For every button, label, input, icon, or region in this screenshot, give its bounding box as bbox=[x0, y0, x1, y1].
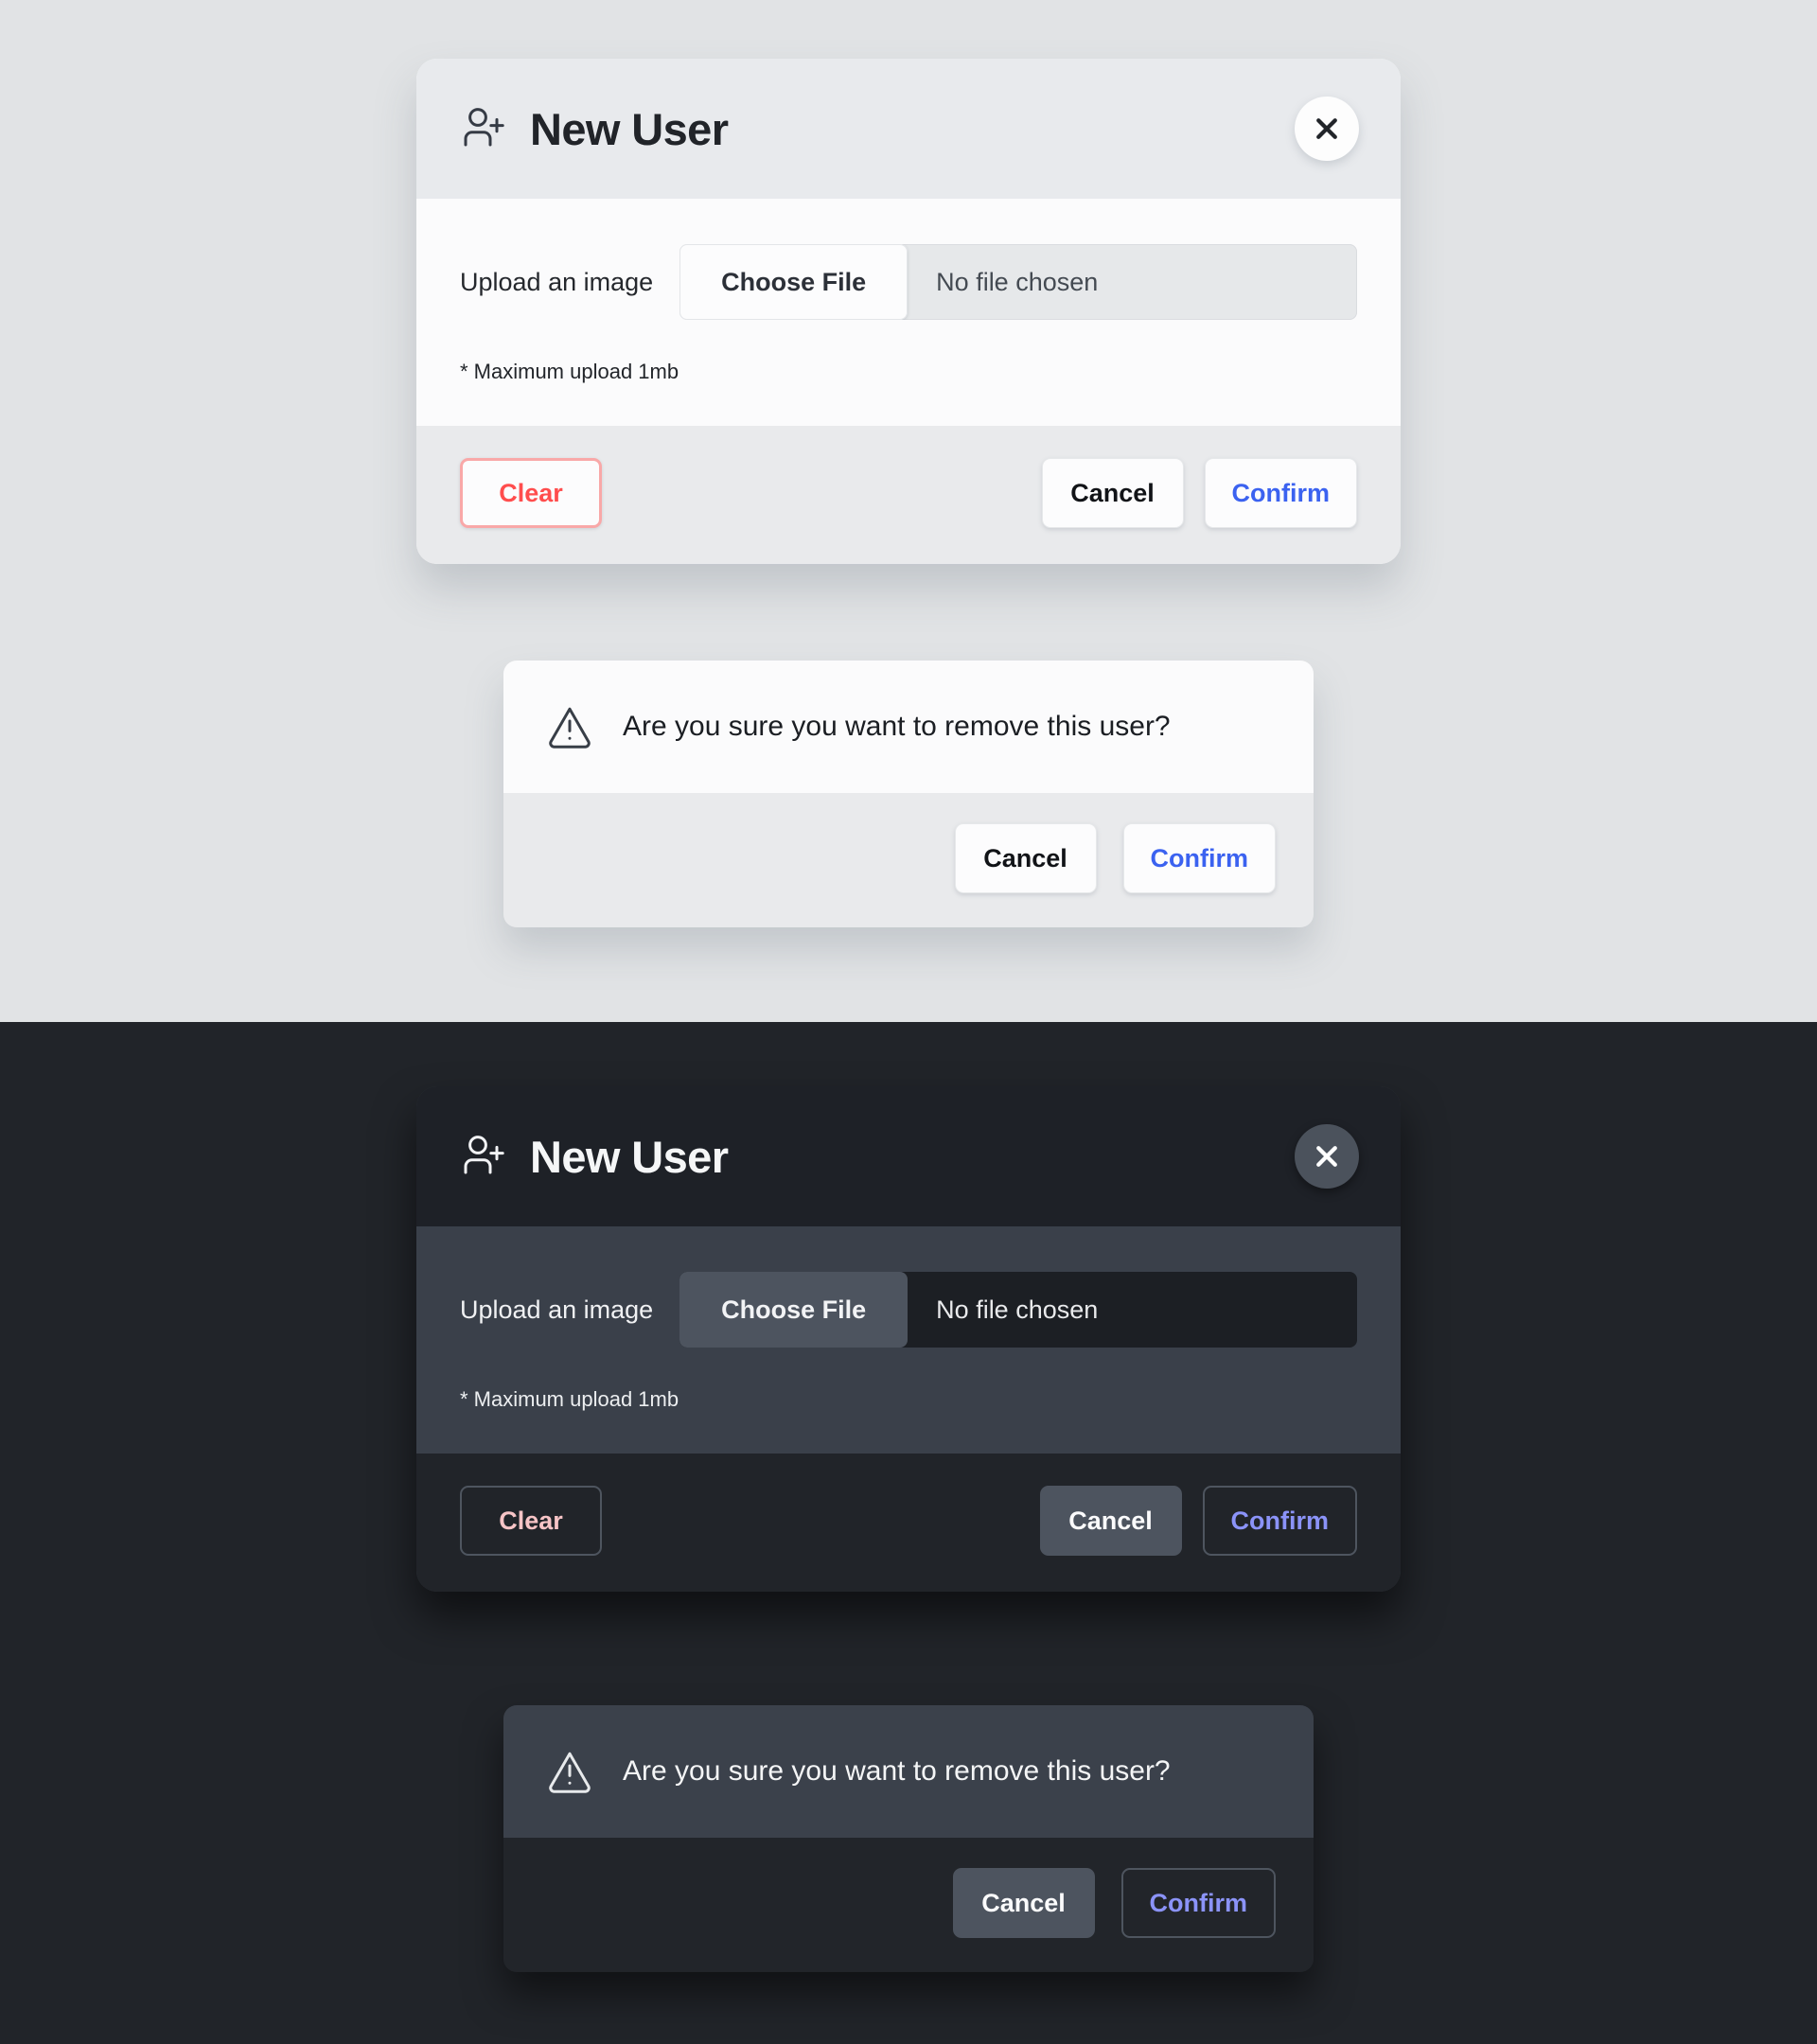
confirm-button[interactable]: Confirm bbox=[1204, 458, 1357, 528]
modal-footer: Clear Cancel Confirm bbox=[416, 1454, 1401, 1592]
choose-file-button[interactable]: Choose File bbox=[679, 1272, 908, 1348]
confirm-message-row: Are you sure you want to remove this use… bbox=[503, 661, 1314, 793]
modal-header-left: New User bbox=[460, 103, 729, 155]
upload-row: Upload an image Choose File No file chos… bbox=[460, 244, 1357, 320]
page-root: New User Upload an image Choose File No … bbox=[0, 0, 1817, 2044]
upload-row: Upload an image Choose File No file chos… bbox=[460, 1272, 1357, 1348]
modal-header: New User bbox=[416, 1086, 1401, 1226]
file-input[interactable]: Choose File No file chosen bbox=[679, 244, 1357, 320]
new-user-modal-dark: New User Upload an image Choose File No … bbox=[416, 1086, 1401, 1592]
file-input[interactable]: Choose File No file chosen bbox=[679, 1272, 1357, 1348]
modal-body: Upload an image Choose File No file chos… bbox=[416, 199, 1401, 426]
cancel-button[interactable]: Cancel bbox=[1041, 458, 1184, 528]
modal-body: Upload an image Choose File No file chos… bbox=[416, 1226, 1401, 1454]
confirm-button[interactable]: Confirm bbox=[1202, 1486, 1357, 1556]
dialog-confirm-button[interactable]: Confirm bbox=[1122, 823, 1276, 893]
close-button[interactable] bbox=[1295, 97, 1359, 161]
choose-file-button[interactable]: Choose File bbox=[679, 244, 908, 320]
clear-button[interactable]: Clear bbox=[460, 458, 602, 528]
modal-header-left: New User bbox=[460, 1131, 729, 1183]
close-icon bbox=[1313, 1142, 1341, 1171]
dialog-cancel-button[interactable]: Cancel bbox=[952, 1868, 1095, 1938]
cancel-button[interactable]: Cancel bbox=[1039, 1486, 1182, 1556]
confirm-dialog-footer: Cancel Confirm bbox=[503, 793, 1314, 927]
confirm-dialog-footer: Cancel Confirm bbox=[503, 1838, 1314, 1972]
modal-header: New User bbox=[416, 59, 1401, 199]
warning-triangle-icon bbox=[545, 1747, 594, 1796]
new-user-modal-light: New User Upload an image Choose File No … bbox=[416, 59, 1401, 564]
upload-note: * Maximum upload 1mb bbox=[460, 1387, 679, 1411]
upload-note: * Maximum upload 1mb bbox=[460, 360, 679, 383]
dialog-cancel-button[interactable]: Cancel bbox=[954, 823, 1097, 893]
close-icon bbox=[1313, 115, 1341, 143]
page-title: New User bbox=[530, 1131, 729, 1182]
remove-user-dialog-light: Are you sure you want to remove this use… bbox=[503, 661, 1314, 927]
upload-image-label: Upload an image bbox=[460, 267, 654, 296]
confirm-message-text: Are you sure you want to remove this use… bbox=[623, 711, 1171, 742]
page-title: New User bbox=[530, 103, 729, 154]
person-add-icon bbox=[460, 1132, 509, 1181]
modal-footer: Clear Cancel Confirm bbox=[416, 426, 1401, 564]
file-name-text: No file chosen bbox=[936, 267, 1099, 296]
confirm-message-row: Are you sure you want to remove this use… bbox=[503, 1705, 1314, 1838]
person-add-icon bbox=[460, 104, 509, 153]
upload-image-label: Upload an image bbox=[460, 1295, 654, 1324]
file-name-text: No file chosen bbox=[936, 1295, 1099, 1324]
dialog-confirm-button[interactable]: Confirm bbox=[1120, 1868, 1276, 1938]
close-button[interactable] bbox=[1295, 1124, 1359, 1189]
remove-user-dialog-dark: Are you sure you want to remove this use… bbox=[503, 1705, 1314, 1972]
confirm-message-text: Are you sure you want to remove this use… bbox=[623, 1755, 1171, 1787]
warning-triangle-icon bbox=[545, 702, 594, 751]
clear-button[interactable]: Clear bbox=[460, 1486, 602, 1556]
